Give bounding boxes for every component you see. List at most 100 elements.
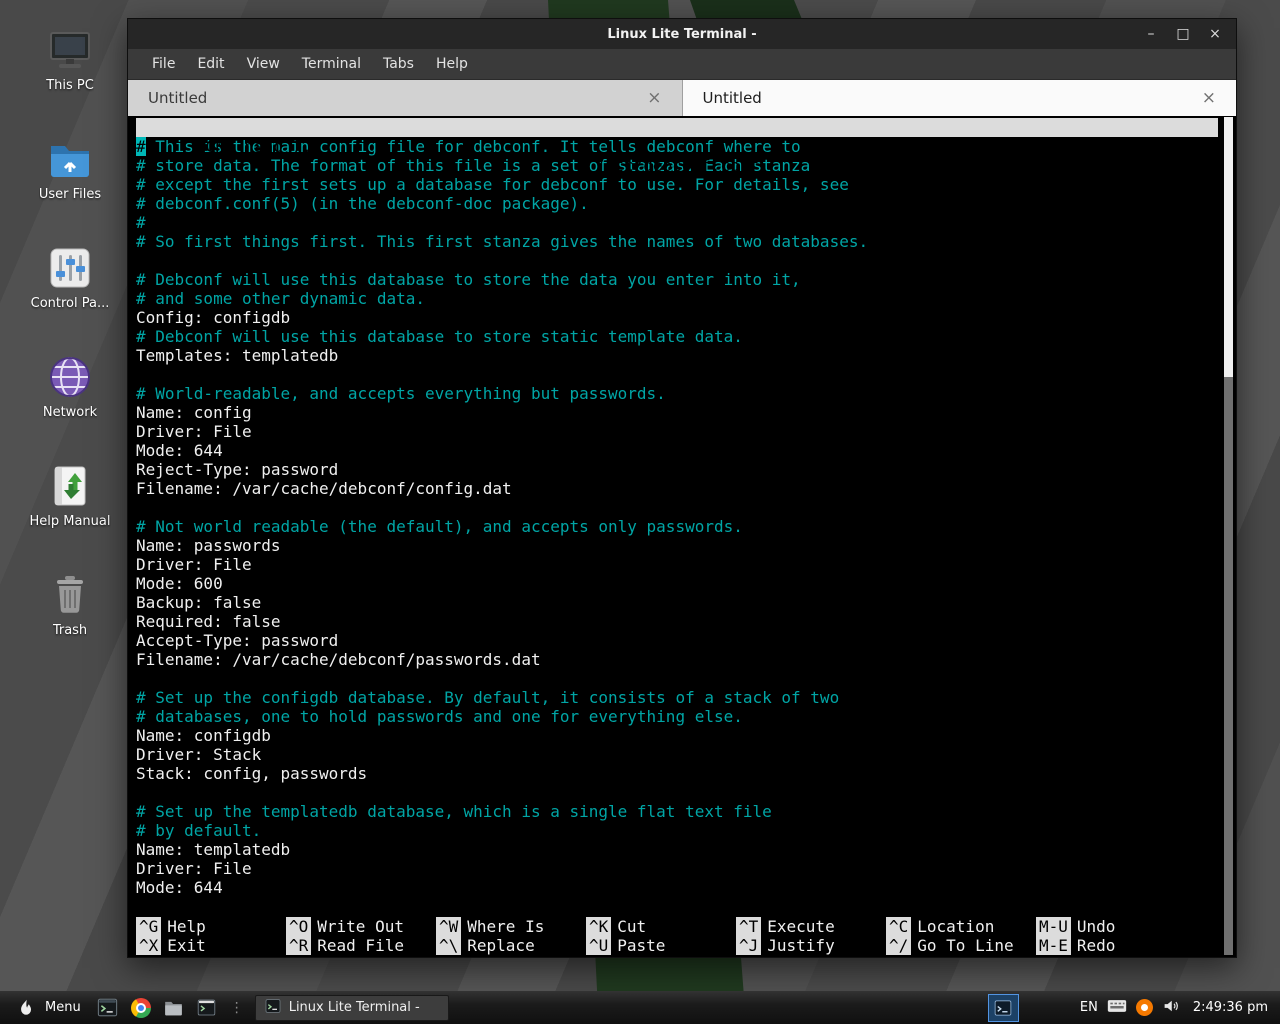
tab-close-icon[interactable]: × <box>647 88 661 108</box>
nano-shortcut[interactable]: ^/Go To Line <box>886 936 1036 955</box>
nano-shortcut[interactable]: M-UUndo <box>1036 917 1186 936</box>
nano-shortcut[interactable]: ^\ Replace <box>436 936 586 955</box>
terminal-line: # and some other dynamic data. <box>136 289 1218 308</box>
terminal-line: # databases, one to hold passwords and o… <box>136 707 1218 726</box>
tab-bar: Untitled×Untitled× <box>128 80 1236 116</box>
desktop-icon-trash[interactable]: Trash <box>10 571 130 638</box>
shortcut-key: M-U <box>1036 917 1071 936</box>
desktop-icon-network[interactable]: Network <box>10 353 130 420</box>
terminal-line: Stack: config, passwords <box>136 764 1218 783</box>
menu-button-label: Menu <box>45 1000 81 1015</box>
terminal-icon <box>265 998 281 1018</box>
maximize-icon[interactable]: □ <box>1172 26 1194 42</box>
chrome-launcher-icon[interactable] <box>129 996 153 1020</box>
menu-item-tabs[interactable]: Tabs <box>373 53 424 75</box>
nano-shortcut[interactable]: ^OWrite Out <box>286 917 436 936</box>
keyboard-layout-label[interactable]: EN <box>1080 1000 1098 1015</box>
nano-shortcut[interactable]: ^UPaste <box>586 936 736 955</box>
tab-label: Untitled <box>703 89 762 107</box>
shortcut-label: Execute <box>767 917 834 936</box>
shortcut-label: Read File <box>317 936 404 955</box>
terminal-tab[interactable]: Untitled× <box>128 80 683 116</box>
desktop-icon-label: Help Manual <box>29 514 110 529</box>
menu-bar: FileEditViewTerminalTabsHelp <box>128 49 1236 80</box>
nano-shortcut[interactable]: ^XExit <box>136 936 286 955</box>
terminal-line: Driver: File <box>136 555 1218 574</box>
terminal-line: Accept-Type: password <box>136 631 1218 650</box>
terminal-line <box>136 365 1218 384</box>
tray-terminal-icon[interactable] <box>988 994 1019 1022</box>
terminal-line: # Set up the templatedb database, which … <box>136 802 1218 821</box>
terminal-line: Mode: 600 <box>136 574 1218 593</box>
desktop-icon-label: Control Pa... <box>31 296 110 311</box>
shortcut-label: Replace <box>467 936 534 955</box>
minimize-icon[interactable]: – <box>1140 26 1162 42</box>
nano-shortcut[interactable]: ^RRead File <box>286 936 436 955</box>
window-titlebar[interactable]: Linux Lite Terminal - – □ × <box>128 19 1236 49</box>
nano-titlebar: GNU nano 7.2 /etc/debconf.conf <box>136 118 1218 137</box>
shortcut-key: ^\ <box>436 936 461 955</box>
scrollbar-thumb[interactable] <box>1224 117 1233 377</box>
desktop-icon-control-panel[interactable]: Control Pa... <box>10 244 130 311</box>
shortcut-key: ^U <box>586 936 611 955</box>
control-panel-icon <box>46 244 94 292</box>
terminal-line: # Debconf will use this database to stor… <box>136 270 1218 289</box>
nano-shortcut[interactable]: ^JJustify <box>736 936 886 955</box>
shortcut-label: Exit <box>167 936 206 955</box>
nano-filename: /etc/debconf.conf <box>136 156 1218 175</box>
terminal-content[interactable]: GNU nano 7.2 /etc/debconf.conf # This is… <box>128 116 1218 957</box>
nano-shortcut[interactable]: ^WWhere Is <box>436 917 586 936</box>
computer-icon <box>46 26 94 74</box>
terminal-launcher-icon[interactable] <box>96 996 120 1020</box>
terminal-line: Backup: false <box>136 593 1218 612</box>
desktop-icon-user-files[interactable]: User Files <box>10 135 130 202</box>
chrome-icon <box>131 998 151 1018</box>
desktop-icon-this-pc[interactable]: This PC <box>10 26 130 93</box>
volume-icon[interactable] <box>1162 997 1180 1019</box>
desktop-icon-help-manual[interactable]: Help Manual <box>10 462 130 529</box>
shortcut-label: Where Is <box>467 917 544 936</box>
clock[interactable]: 2:49:36 pm <box>1189 1000 1272 1015</box>
shortcut-key: M-E <box>1036 936 1071 955</box>
nano-shortcut[interactable]: ^G Help <box>136 917 286 936</box>
menu-item-edit[interactable]: Edit <box>187 53 234 75</box>
nano-shortcut[interactable]: ^CLocation <box>886 917 1036 936</box>
file-manager-launcher-icon[interactable] <box>162 996 186 1020</box>
terminal2-launcher-icon[interactable] <box>195 996 219 1020</box>
tab-close-icon[interactable]: × <box>1202 88 1216 108</box>
shortcut-key: ^/ <box>886 936 911 955</box>
shortcut-label: Help <box>167 917 206 936</box>
menu-item-view[interactable]: View <box>237 53 290 75</box>
terminal-line: Name: configdb <box>136 726 1218 745</box>
shortcut-row: ^XExit^RRead File^\ Replace ^UPaste^JJusti… <box>136 936 1218 955</box>
shortcut-label: Write Out <box>317 917 404 936</box>
terminal-line: Mode: 644 <box>136 878 1218 897</box>
shortcut-row: ^G Help ^OWrite Out^WWhere Is^KCut^TExecut… <box>136 917 1218 936</box>
task-button-terminal[interactable]: Linux Lite Terminal - <box>255 995 449 1021</box>
terminal-line: Driver: File <box>136 859 1218 878</box>
menu-item-terminal[interactable]: Terminal <box>292 53 371 75</box>
folder-icon <box>46 135 94 183</box>
keyboard-icon[interactable] <box>1107 999 1127 1017</box>
scrollbar[interactable] <box>1224 117 1233 955</box>
terminal-line: Reject-Type: password <box>136 460 1218 479</box>
terminal-line: Name: templatedb <box>136 840 1218 859</box>
nano-shortcut[interactable]: ^TExecute <box>736 917 886 936</box>
nano-shortcut[interactable]: ^KCut <box>586 917 736 936</box>
notification-icon[interactable] <box>1136 999 1153 1016</box>
terminal-window: Linux Lite Terminal - – □ × FileEditView… <box>127 18 1237 958</box>
trash-icon <box>46 571 94 619</box>
nano-shortcut[interactable]: M-ERedo <box>1036 936 1186 955</box>
terminal-tab[interactable]: Untitled × <box>683 80 1237 116</box>
terminal-line: Name: passwords <box>136 536 1218 555</box>
shortcut-key: ^K <box>586 917 611 936</box>
terminal-line: Mode: 644 <box>136 441 1218 460</box>
terminal-line: # So first things first. This first stan… <box>136 232 1218 251</box>
terminal-line <box>136 251 1218 270</box>
menu-button[interactable]: Menu <box>8 991 87 1024</box>
nano-shortcuts: ^G Help ^OWrite Out^WWhere Is^KCut^TExecut… <box>136 917 1218 955</box>
menu-item-file[interactable]: File <box>142 53 185 75</box>
menu-item-help[interactable]: Help <box>426 53 478 75</box>
shortcut-key: ^G <box>136 917 161 936</box>
close-icon[interactable]: × <box>1204 26 1226 42</box>
